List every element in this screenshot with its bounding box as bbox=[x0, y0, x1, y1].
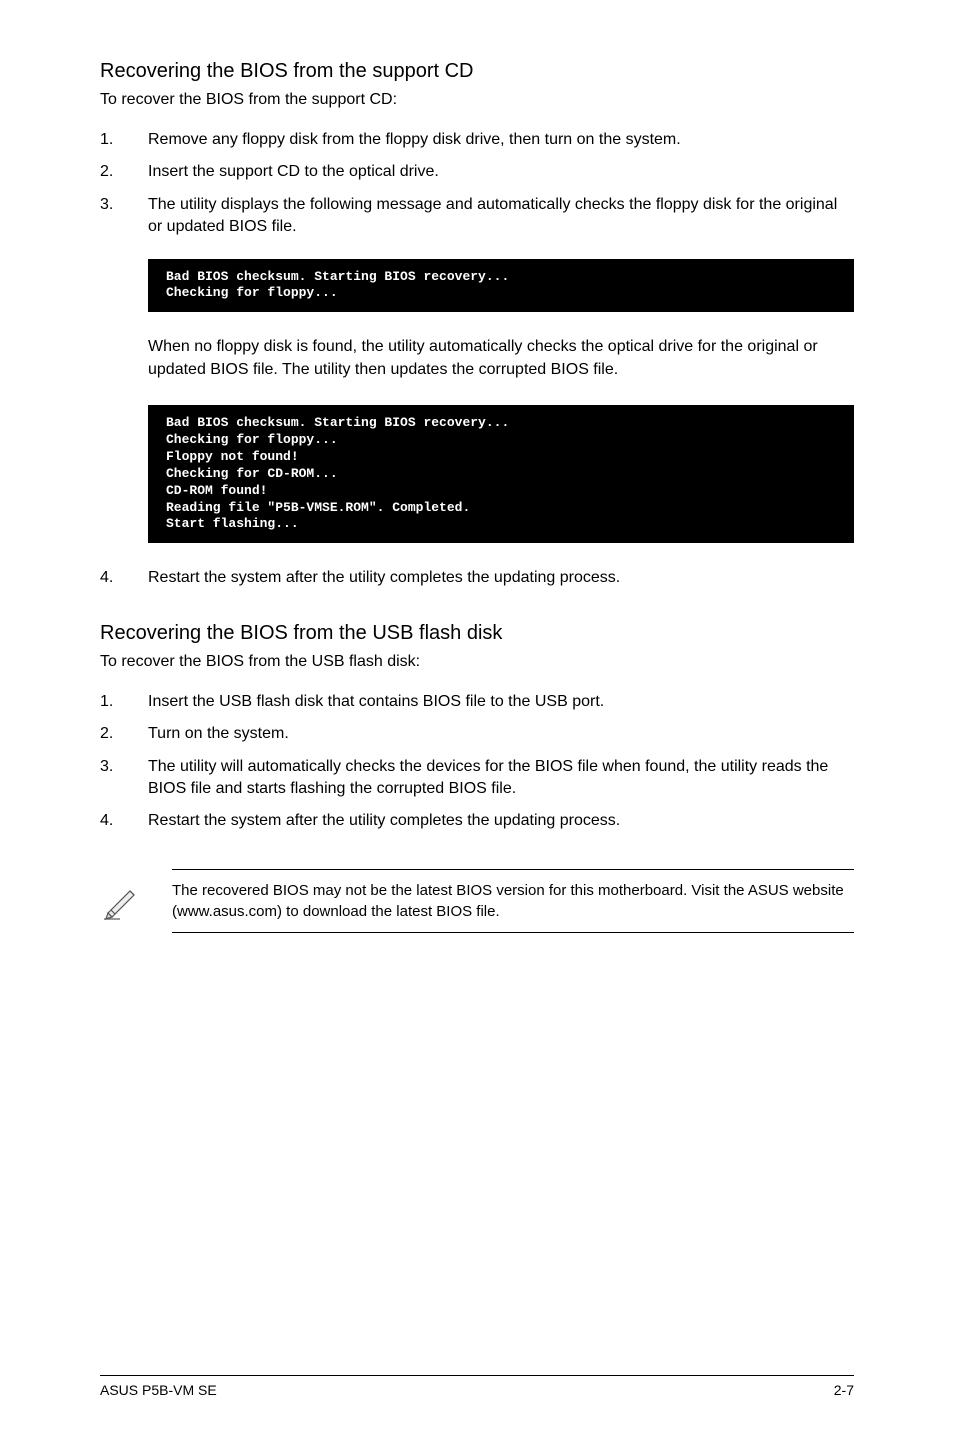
item-text: Remove any floppy disk from the floppy d… bbox=[148, 129, 854, 151]
note-icon-wrap bbox=[100, 879, 172, 923]
footer-product: ASUS P5B-VM SE bbox=[100, 1382, 217, 1398]
item-number: 4. bbox=[100, 810, 148, 832]
terminal-output-2: Bad BIOS checksum. Starting BIOS recover… bbox=[148, 405, 854, 543]
item-number: 4. bbox=[100, 567, 148, 589]
list-item: 4. Restart the system after the utility … bbox=[100, 567, 854, 589]
paragraph-no-floppy: When no floppy disk is found, the utilit… bbox=[148, 336, 854, 381]
terminal-output-1: Bad BIOS checksum. Starting BIOS recover… bbox=[148, 259, 854, 313]
item-number: 2. bbox=[100, 723, 148, 745]
item-text: The utility will automatically checks th… bbox=[148, 756, 854, 801]
steps-list-usb: 1. Insert the USB flash disk that contai… bbox=[100, 691, 854, 833]
list-item: 2. Insert the support CD to the optical … bbox=[100, 161, 854, 183]
steps-list-cd-cont: 4. Restart the system after the utility … bbox=[100, 567, 854, 589]
lead-text-cd: To recover the BIOS from the support CD: bbox=[100, 91, 854, 109]
item-number: 1. bbox=[100, 129, 148, 151]
pencil-note-icon bbox=[100, 879, 144, 923]
item-number: 3. bbox=[100, 756, 148, 801]
footer-page-number: 2-7 bbox=[834, 1382, 854, 1398]
lead-text-usb: To recover the BIOS from the USB flash d… bbox=[100, 653, 854, 671]
item-text: Insert the USB flash disk that contains … bbox=[148, 691, 854, 713]
item-text: Insert the support CD to the optical dri… bbox=[148, 161, 854, 183]
list-item: 4. Restart the system after the utility … bbox=[100, 810, 854, 832]
section-title-cd: Recovering the BIOS from the support CD bbox=[100, 60, 854, 83]
item-text: Restart the system after the utility com… bbox=[148, 810, 854, 832]
item-number: 1. bbox=[100, 691, 148, 713]
list-item: 3. The utility will automatically checks… bbox=[100, 756, 854, 801]
item-number: 2. bbox=[100, 161, 148, 183]
note-block: The recovered BIOS may not be the latest… bbox=[100, 869, 854, 933]
item-text: The utility displays the following messa… bbox=[148, 194, 854, 239]
item-number: 3. bbox=[100, 194, 148, 239]
item-text: Restart the system after the utility com… bbox=[148, 567, 854, 589]
section-title-usb: Recovering the BIOS from the USB flash d… bbox=[100, 622, 854, 645]
steps-list-cd: 1. Remove any floppy disk from the flopp… bbox=[100, 129, 854, 239]
item-text: Turn on the system. bbox=[148, 723, 854, 745]
list-item: 1. Insert the USB flash disk that contai… bbox=[100, 691, 854, 713]
list-item: 1. Remove any floppy disk from the flopp… bbox=[100, 129, 854, 151]
note-text: The recovered BIOS may not be the latest… bbox=[172, 869, 854, 933]
list-item: 3. The utility displays the following me… bbox=[100, 194, 854, 239]
page-footer: ASUS P5B-VM SE 2-7 bbox=[100, 1375, 854, 1398]
list-item: 2. Turn on the system. bbox=[100, 723, 854, 745]
